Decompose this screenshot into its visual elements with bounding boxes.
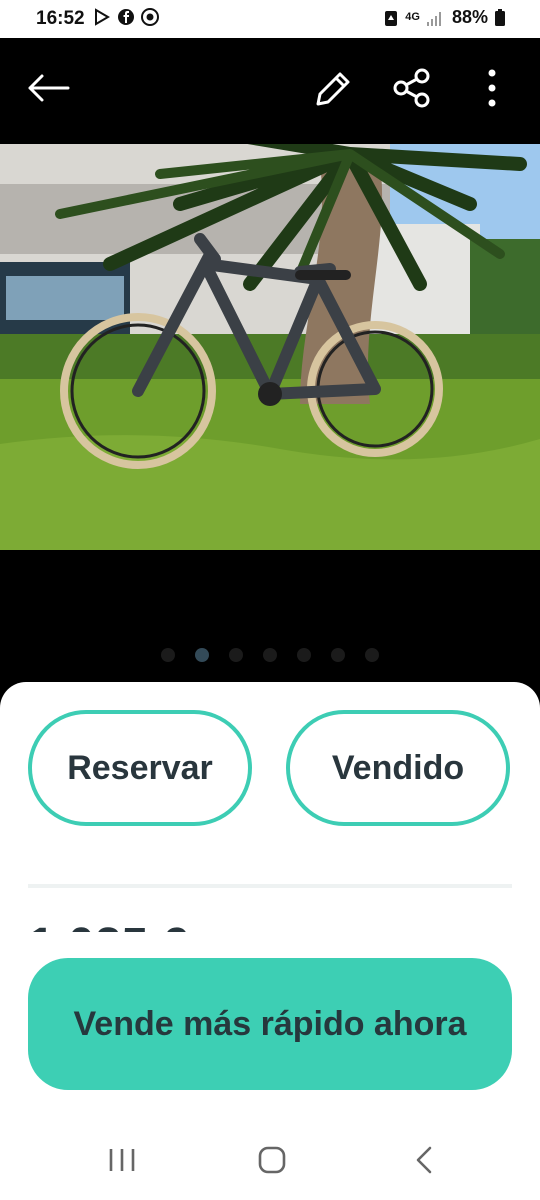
status-time: 16:52 (36, 8, 85, 29)
gallery-indicator (0, 648, 540, 662)
system-icons: 4G 88% (383, 7, 506, 28)
listing-photo[interactable] (0, 144, 540, 550)
gallery-dot[interactable] (297, 648, 311, 662)
bike-photo-illustration (0, 144, 540, 550)
chevron-left-icon (416, 1146, 432, 1174)
gallery-dot[interactable] (161, 648, 175, 662)
price-text: 1.025 € (28, 906, 188, 933)
share-icon (393, 68, 430, 108)
status-bar: 16:52 4G 88% (0, 0, 540, 38)
gallery-dot[interactable] (229, 648, 243, 662)
back-button[interactable] (20, 60, 76, 116)
edit-button[interactable] (304, 60, 360, 116)
edit-pencil-icon (316, 72, 350, 106)
top-app-bar (0, 38, 540, 144)
notification-icons (92, 7, 160, 27)
nav-back-button[interactable] (394, 1138, 454, 1182)
photo-backdrop (0, 550, 540, 690)
reserve-button[interactable]: Reservar (28, 710, 252, 826)
divider (28, 884, 512, 888)
recents-button[interactable] (92, 1138, 152, 1182)
gallery-dot[interactable] (365, 648, 379, 662)
recents-icon (109, 1149, 135, 1171)
system-nav-bar (0, 1120, 540, 1200)
listing-details-sheet: Reservar Vendido 1.025 € Vende más rápid… (0, 682, 540, 1120)
battery-icon (495, 8, 505, 26)
back-arrow-icon (28, 74, 70, 102)
home-button[interactable] (242, 1138, 302, 1182)
share-button[interactable] (384, 60, 440, 116)
signal-icon (426, 11, 441, 26)
sold-button[interactable]: Vendido (286, 710, 510, 826)
more-vertical-icon (488, 69, 496, 107)
home-icon (258, 1146, 286, 1174)
network-type: 4G (405, 11, 420, 23)
gallery-dot[interactable] (263, 648, 277, 662)
battery-percent: 88% (451, 7, 488, 27)
price-value: 1.025 € (28, 922, 188, 933)
app-notification-icon (141, 8, 159, 26)
play-store-icon (95, 8, 110, 26)
gallery-dot-active[interactable] (195, 648, 209, 662)
gallery-dot[interactable] (331, 648, 345, 662)
more-options-button[interactable] (464, 60, 520, 116)
data-saver-icon (385, 10, 398, 26)
facebook-icon (118, 9, 134, 25)
sell-faster-button[interactable]: Vende más rápido ahora (28, 958, 512, 1090)
